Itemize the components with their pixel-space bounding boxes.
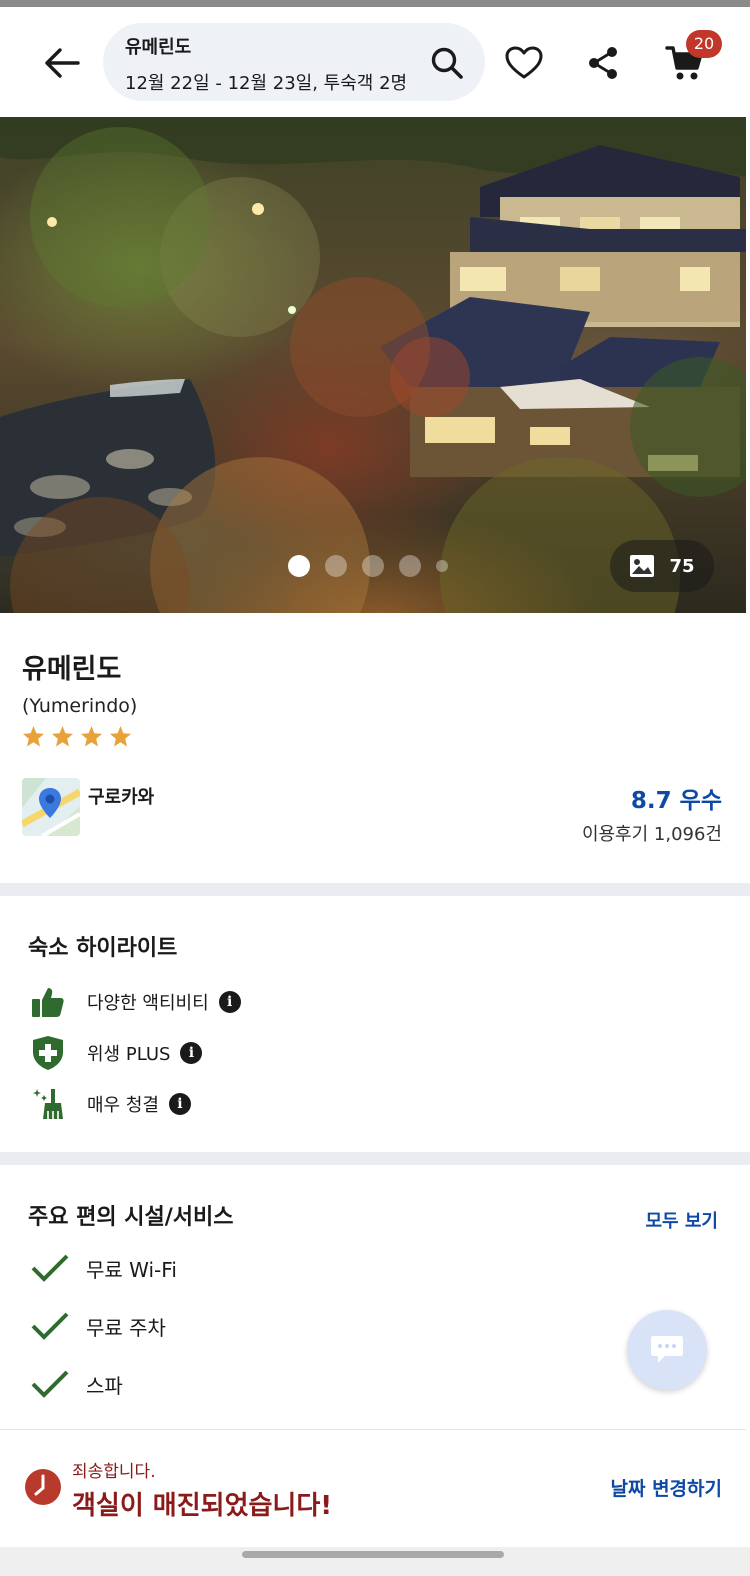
gallery-pagination[interactable]	[288, 555, 448, 577]
back-arrow-icon	[45, 48, 80, 78]
star-icon	[51, 725, 74, 747]
facility-label: 스파	[86, 1373, 123, 1398]
search-dates-guests: 12월 22일 - 12월 23일, 투숙객 2명	[125, 73, 408, 94]
gallery-dot[interactable]	[362, 555, 384, 577]
share-icon	[589, 47, 617, 79]
top-header: 유메린도 12월 22일 - 12월 23일, 투숙객 2명 20	[0, 7, 750, 117]
info-icon[interactable]: i	[180, 1042, 203, 1064]
facility-item: 스파	[30, 1369, 123, 1399]
checkmark-icon	[31, 1370, 69, 1398]
facility-item: 무료 주차	[30, 1311, 166, 1341]
gallery-dot[interactable]	[436, 560, 448, 572]
star-rating	[22, 725, 132, 748]
gallery-dot[interactable]	[288, 555, 310, 577]
sorry-text: 죄송합니다.	[72, 1462, 156, 1482]
share-button[interactable]	[581, 41, 625, 85]
highlight-label: 위생 PLUS	[87, 1044, 171, 1065]
home-indicator[interactable]	[242, 1551, 504, 1558]
highlight-item: 위생 PLUS i	[28, 1033, 203, 1073]
chat-button[interactable]	[627, 1310, 707, 1390]
facilities-section: 주요 편의 시설/서비스 모두 보기 무료 Wi-Fi 무료 주차 스파	[0, 1165, 746, 1429]
shield-plus-icon	[33, 1036, 63, 1070]
star-icon	[109, 725, 132, 747]
chat-bubble-icon	[651, 1336, 683, 1363]
heart-icon	[505, 46, 543, 79]
gallery-dot[interactable]	[399, 555, 421, 577]
property-name-english: (Yumerindo)	[22, 695, 138, 717]
cart-count-badge: 20	[686, 30, 722, 58]
see-all-link[interactable]: 모두 보기	[645, 1207, 718, 1233]
facility-label: 무료 Wi-Fi	[86, 1257, 177, 1282]
favorite-button[interactable]	[502, 41, 546, 85]
sold-out-message: 객실이 매진되었습니다!	[72, 1491, 333, 1521]
checkmark-icon	[31, 1312, 69, 1340]
facilities-title: 주요 편의 시설/서비스	[28, 1205, 234, 1230]
highlight-item: 다양한 액티비티 i	[28, 982, 241, 1022]
facility-label: 무료 주차	[86, 1315, 166, 1340]
highlights-title: 숙소 하이라이트	[28, 936, 178, 961]
image-icon	[630, 555, 655, 577]
review-count[interactable]: 이용후기 1,096건	[582, 820, 722, 846]
change-date-link[interactable]: 날짜 변경하기	[611, 1474, 723, 1501]
info-icon[interactable]: i	[168, 1093, 191, 1115]
search-title: 유메린도	[125, 37, 192, 58]
section-divider	[0, 883, 750, 896]
checkmark-icon	[31, 1254, 69, 1282]
photo-count-button[interactable]: 75	[610, 540, 714, 592]
clock-icon	[25, 1469, 61, 1505]
property-info: 유메린도 (Yumerindo) 구로카와 8.7 우수 이용후기 1,096건	[0, 613, 746, 883]
star-icon	[22, 725, 45, 747]
property-highlights: 숙소 하이라이트 다양한 액티비티 i 위생 PLUS i 매우 청결 i	[0, 896, 746, 1152]
star-icon	[80, 725, 103, 747]
review-score[interactable]: 8.7 우수	[631, 781, 722, 815]
highlight-label: 매우 청결	[87, 1095, 159, 1116]
highlight-item: 매우 청결 i	[28, 1084, 191, 1124]
highlight-label: 다양한 액티비티	[87, 993, 209, 1014]
status-strip	[0, 0, 750, 7]
section-divider	[0, 1152, 750, 1165]
facility-item: 무료 Wi-Fi	[30, 1253, 177, 1283]
hotel-photo-gallery[interactable]: 75	[0, 117, 746, 613]
photo-count: 75	[669, 555, 695, 577]
hotel-photo	[0, 117, 746, 613]
map-thumbnail-icon[interactable]	[22, 778, 80, 836]
info-icon[interactable]: i	[218, 991, 241, 1013]
booking-footer: 죄송합니다. 객실이 매진되었습니다! 날짜 변경하기	[0, 1429, 746, 1547]
property-name: 유메린도	[22, 654, 122, 685]
search-icon[interactable]	[429, 45, 465, 81]
cleaning-icon	[33, 1089, 63, 1119]
back-button[interactable]	[38, 41, 86, 85]
thumbs-up-icon	[32, 988, 64, 1017]
property-location[interactable]: 구로카와	[88, 783, 154, 809]
search-bar[interactable]: 유메린도 12월 22일 - 12월 23일, 투숙객 2명	[103, 23, 485, 101]
gallery-dot[interactable]	[325, 555, 347, 577]
